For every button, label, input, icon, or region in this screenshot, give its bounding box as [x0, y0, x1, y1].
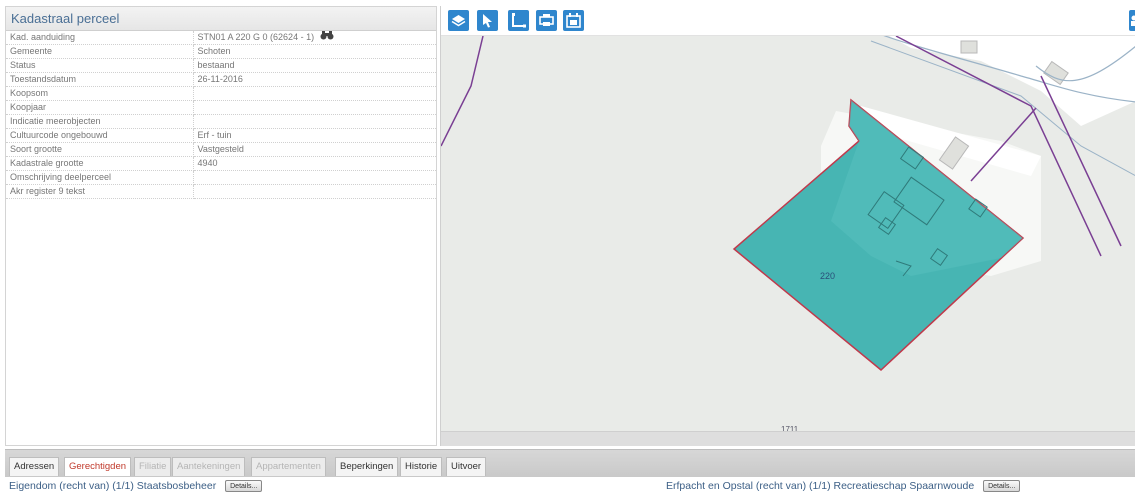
- property-value: [193, 184, 436, 200]
- print-tool-button[interactable]: [536, 10, 557, 31]
- kad-aanduiding-value: STN01 A 220 G 0 (62624 - 1): [197, 32, 315, 43]
- property-label: Akr register 9 tekst: [6, 184, 194, 200]
- calendar-icon: [566, 13, 581, 28]
- tab-historie[interactable]: Historie: [400, 457, 443, 476]
- calendar-tool-button[interactable]: [563, 10, 584, 31]
- property-label: Soort grootte: [6, 142, 194, 158]
- person-icon: [1131, 15, 1135, 26]
- layers-icon: [451, 15, 466, 27]
- road-area: [871, 26, 1135, 126]
- tab-beperkingen[interactable]: Beperkingen: [335, 457, 399, 476]
- property-value: [193, 86, 436, 102]
- map-horizontal-scrollbar[interactable]: [441, 431, 1135, 446]
- table-row: Koopsom: [6, 86, 436, 102]
- table-row: Toestandsdatum 26-11-2016: [6, 72, 436, 88]
- table-row: Kadastrale grootte 4940: [6, 156, 436, 172]
- tab-uitvoer[interactable]: Uitvoer: [446, 457, 487, 476]
- parcel-number-label: 220: [820, 271, 836, 281]
- property-value: 4940: [193, 156, 436, 172]
- property-value: 26-11-2016: [193, 72, 436, 88]
- property-value: [193, 100, 436, 116]
- table-row: Gemeente Schoten: [6, 44, 436, 60]
- table-row: Akr register 9 tekst: [6, 184, 436, 200]
- printer-icon: [539, 14, 554, 26]
- parcel-info-panel: Kadastraal perceel Kad. aanduiding STN01…: [5, 6, 437, 446]
- property-value: Erf - tuin: [193, 128, 436, 144]
- table-row: Status bestaand: [6, 58, 436, 74]
- parcel-properties-table: Kad. aanduiding STN01 A 220 G 0 (62624 -…: [6, 31, 436, 200]
- property-label: Status: [6, 58, 194, 74]
- measure-corner-icon: [512, 13, 526, 28]
- table-row: Soort grootte Vastgesteld: [6, 142, 436, 158]
- table-row: Omschrijving deelperceel: [6, 170, 436, 186]
- panel-title: Kadastraal perceel: [6, 7, 436, 31]
- property-label: Koopsom: [6, 86, 194, 102]
- parcel-boundary: [441, 35, 484, 147]
- details-button[interactable]: Details...: [225, 480, 263, 493]
- property-label: Kad. aanduiding: [6, 31, 194, 46]
- table-row: Cultuurcode ongebouwd Erf - tuin: [6, 128, 436, 144]
- select-tool-button[interactable]: [477, 10, 498, 31]
- property-value: STN01 A 220 G 0 (62624 - 1): [193, 31, 436, 46]
- layers-tool-button[interactable]: [448, 10, 469, 31]
- tab-bar: Adressen Gerechtigden Filiatie Aantekeni…: [5, 449, 1135, 477]
- property-label: Gemeente: [6, 44, 194, 60]
- property-value: bestaand: [193, 58, 436, 74]
- property-value: Vastgesteld: [193, 142, 436, 158]
- right-item: Eigendom (recht van) (1/1) Staatsbosbehe…: [9, 480, 263, 493]
- tab-aantekeningen[interactable]: Aantekeningen: [172, 457, 246, 476]
- measure-tool-button[interactable]: [508, 10, 529, 31]
- map-view[interactable]: 220 1711: [440, 6, 1135, 446]
- map-canvas[interactable]: [441, 6, 1135, 446]
- property-value: Schoten: [193, 44, 436, 60]
- table-row: Koopjaar: [6, 100, 436, 116]
- binoculars-icon[interactable]: [320, 31, 334, 44]
- tab-filiatie[interactable]: Filiatie: [134, 457, 172, 476]
- property-label: Kadastrale grootte: [6, 156, 194, 172]
- property-label: Indicatie meerobjecten: [6, 114, 194, 130]
- right-description: Eigendom (recht van) (1/1) Staatsbosbehe…: [9, 480, 217, 492]
- table-row: Kad. aanduiding STN01 A 220 G 0 (62624 -…: [6, 31, 436, 46]
- edge-tool-button[interactable]: [1129, 10, 1135, 31]
- details-button[interactable]: Details...: [983, 480, 1021, 493]
- property-label: Toestandsdatum: [6, 72, 194, 88]
- property-label: Omschrijving deelperceel: [6, 170, 194, 186]
- map-toolbar: [441, 6, 1135, 36]
- property-label: Koopjaar: [6, 100, 194, 116]
- property-value: [193, 170, 436, 186]
- table-row: Indicatie meerobjecten: [6, 114, 436, 130]
- tab-gerechtigden[interactable]: Gerechtigden: [64, 457, 132, 476]
- cursor-arrow-icon: [483, 14, 492, 28]
- property-value: [193, 114, 436, 130]
- property-label: Cultuurcode ongebouwd: [6, 128, 194, 144]
- tab-adressen[interactable]: Adressen: [9, 457, 60, 476]
- building: [960, 40, 978, 54]
- tab-appartementen[interactable]: Appartementen: [251, 457, 326, 476]
- right-item: Erfpacht en Opstal (recht van) (1/1) Rec…: [666, 480, 1021, 493]
- right-description: Erfpacht en Opstal (recht van) (1/1) Rec…: [666, 480, 975, 492]
- app-window: Kadastraal perceel Kad. aanduiding STN01…: [0, 0, 1135, 495]
